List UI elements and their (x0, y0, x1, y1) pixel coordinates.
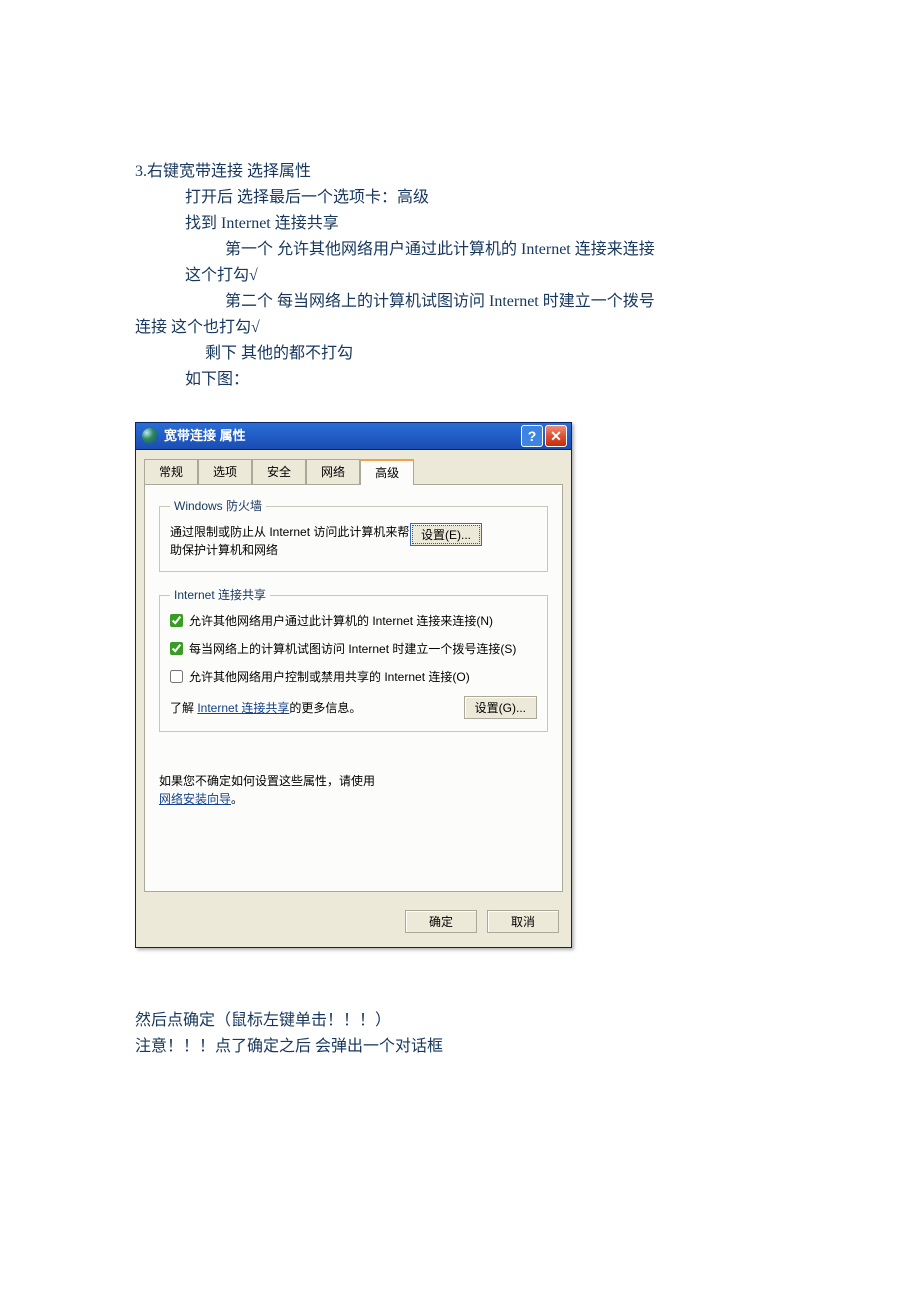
firewall-group: Windows 防火墙 通过限制或防止从 Internet 访问此计算机来帮助保… (159, 497, 548, 572)
note-line: 注意！！！点了确定之后 会弹出一个对话框 (135, 1034, 820, 1060)
wizard-text: 如果您不确定如何设置这些属性，请使用 网络安装向导。 (159, 772, 548, 808)
instr-line: 这个打勾√ (135, 264, 820, 288)
tab-general[interactable]: 常规 (144, 459, 198, 485)
ics-control-input[interactable] (170, 670, 183, 683)
instr-line: 如下图： (135, 368, 820, 392)
instr-line: 第二个 每当网络上的计算机试图访问 Internet 时建立一个拨号 (135, 290, 820, 314)
instr-line: 打开后 选择最后一个选项卡：高级 (135, 186, 820, 210)
titlebar[interactable]: 宽带连接 属性 ? ✕ (136, 423, 571, 450)
close-button[interactable]: ✕ (545, 425, 567, 447)
ics-legend: Internet 连接共享 (170, 586, 270, 604)
dialog-buttons: 确定 取消 (136, 900, 571, 947)
ics-dial-label: 每当网络上的计算机试图访问 Internet 时建立一个拨号连接(S) (189, 640, 516, 658)
instruction-block: 3.右键宽带连接 选择属性 打开后 选择最后一个选项卡：高级 找到 Intern… (135, 160, 820, 392)
note-line: 然后点确定（鼠标左键单击！！！） (135, 1008, 820, 1034)
help-button[interactable]: ? (521, 425, 543, 447)
ics-control-checkbox[interactable]: 允许其他网络用户控制或禁用共享的 Internet 连接(O) (170, 668, 537, 686)
tab-network[interactable]: 网络 (306, 459, 360, 485)
tabpage-advanced: Windows 防火墙 通过限制或防止从 Internet 访问此计算机来帮助保… (144, 484, 563, 892)
ics-dial-input[interactable] (170, 642, 183, 655)
properties-dialog: 宽带连接 属性 ? ✕ 常规 选项 安全 网络 高级 Windows 防火墙 通… (135, 422, 572, 948)
ok-button[interactable]: 确定 (405, 910, 477, 933)
ics-more-text: 了解 Internet 连接共享的更多信息。 (170, 699, 464, 717)
tab-advanced[interactable]: 高级 (360, 459, 414, 485)
tab-security[interactable]: 安全 (252, 459, 306, 485)
dialog-title: 宽带连接 属性 (164, 426, 519, 446)
tab-options[interactable]: 选项 (198, 459, 252, 485)
network-wizard-link[interactable]: 网络安装向导 (159, 792, 231, 806)
instr-line: 连接 这个也打勾√ (135, 316, 820, 340)
firewall-settings-button[interactable]: 设置(E)... (410, 523, 482, 546)
cancel-button[interactable]: 取消 (487, 910, 559, 933)
instr-line: 剩下 其他的都不打勾 (135, 342, 820, 366)
tabstrip: 常规 选项 安全 网络 高级 (136, 450, 571, 484)
instr-line: 第一个 允许其他网络用户通过此计算机的 Internet 连接来连接 (135, 238, 820, 262)
ics-more-link[interactable]: Internet 连接共享 (197, 701, 289, 715)
ics-settings-button[interactable]: 设置(G)... (464, 696, 537, 719)
ics-dial-checkbox[interactable]: 每当网络上的计算机试图访问 Internet 时建立一个拨号连接(S) (170, 640, 537, 658)
ics-allow-label: 允许其他网络用户通过此计算机的 Internet 连接来连接(N) (189, 612, 493, 630)
instr-line: 找到 Internet 连接共享 (135, 212, 820, 236)
globe-icon (142, 428, 158, 444)
firewall-legend: Windows 防火墙 (170, 497, 266, 515)
ics-allow-checkbox[interactable]: 允许其他网络用户通过此计算机的 Internet 连接来连接(N) (170, 612, 537, 630)
ics-allow-input[interactable] (170, 614, 183, 627)
ics-group: Internet 连接共享 允许其他网络用户通过此计算机的 Internet 连… (159, 586, 548, 732)
post-notes: 然后点确定（鼠标左键单击！！！） 注意！！！点了确定之后 会弹出一个对话框 (135, 1008, 820, 1059)
ics-control-label: 允许其他网络用户控制或禁用共享的 Internet 连接(O) (189, 668, 470, 686)
instr-line: 3.右键宽带连接 选择属性 (135, 160, 820, 184)
firewall-text: 通过限制或防止从 Internet 访问此计算机来帮助保护计算机和网络 (170, 523, 410, 559)
